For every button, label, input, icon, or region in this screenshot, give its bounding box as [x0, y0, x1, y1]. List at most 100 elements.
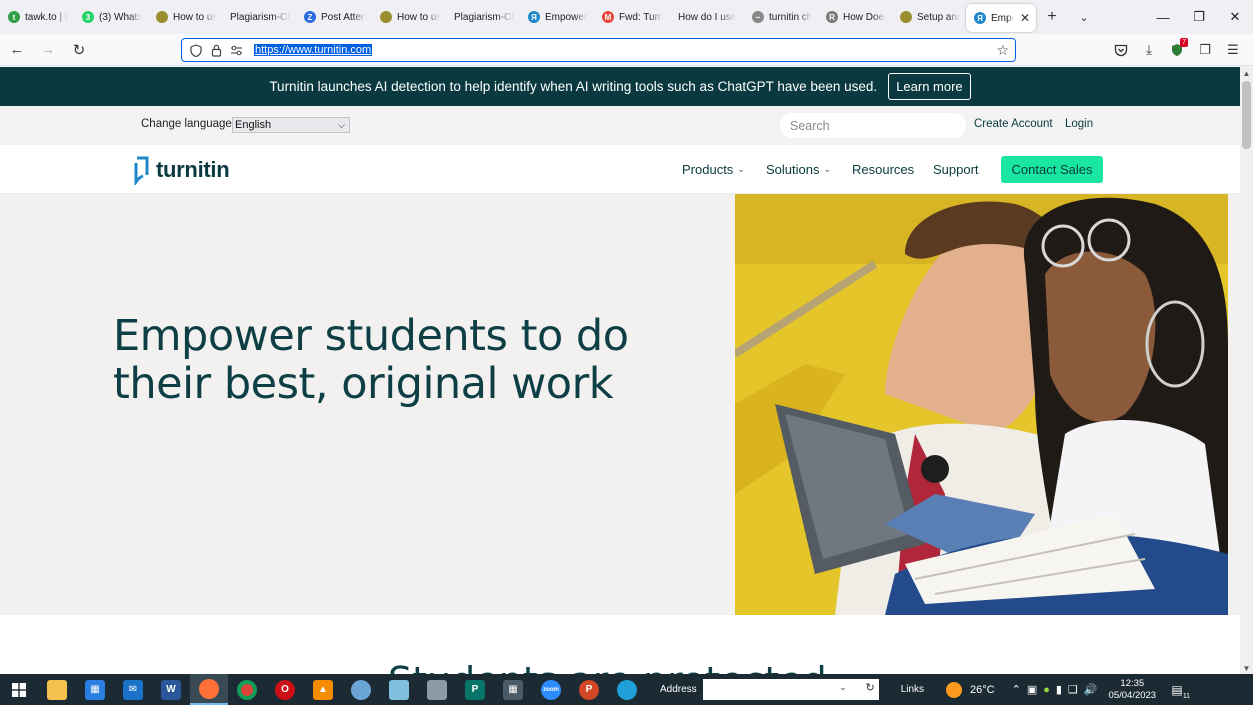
security-icon[interactable]: ●: [1043, 684, 1050, 696]
restore-button[interactable]: ❐: [1181, 0, 1217, 34]
taskbar-chrome[interactable]: [228, 674, 266, 705]
nav-support[interactable]: Support: [933, 162, 979, 177]
search-placeholder: Search: [790, 118, 830, 133]
forward-button[interactable]: →: [34, 36, 62, 64]
notification-center-button[interactable]: ▤ 11: [1166, 680, 1190, 700]
tab-title: Post Atten: [321, 11, 366, 23]
scroll-down-icon[interactable]: ▼: [1240, 662, 1253, 674]
close-tab-icon[interactable]: ✕: [1020, 11, 1030, 25]
close-icon: ✕: [1229, 9, 1241, 24]
browser-tab[interactable]: Я Empower: [520, 0, 594, 34]
volume-icon[interactable]: 🔊: [1084, 683, 1098, 696]
taskbar-powerpoint[interactable]: P: [570, 674, 608, 705]
tab-title: (3) WhatsA: [99, 11, 142, 23]
browser-tab[interactable]: R How Does: [818, 0, 892, 34]
browser-tab[interactable]: How to us: [372, 0, 446, 34]
browser-tab[interactable]: How do I use: [670, 0, 744, 34]
taskbar-store[interactable]: ▦: [76, 674, 114, 705]
menu-icon[interactable]: ☰: [1219, 38, 1247, 62]
minimize-button[interactable]: —: [1145, 0, 1181, 34]
tab-title: Empower: [545, 11, 588, 23]
reload-button[interactable]: ↻: [65, 36, 93, 64]
start-button[interactable]: [0, 674, 38, 705]
pocket-icon[interactable]: [1107, 38, 1135, 62]
wifi-icon[interactable]: ❑: [1068, 683, 1078, 696]
search-input[interactable]: Search: [780, 113, 966, 138]
taskbar-calculator[interactable]: ▦: [494, 674, 532, 705]
browser-tab[interactable]: 3 (3) WhatsA: [74, 0, 148, 34]
hero-title: Empower students to do their best, origi…: [113, 312, 673, 408]
chevron-up-icon[interactable]: ⌃: [1012, 683, 1021, 696]
address-toolbar-label: Address: [660, 684, 697, 695]
bookmark-star-icon[interactable]: ☆: [996, 42, 1009, 59]
turnitin-logo[interactable]: turnitin: [133, 155, 230, 185]
taskbar-word[interactable]: W: [152, 674, 190, 705]
taskbar-firefox[interactable]: [190, 674, 228, 705]
downloads-icon[interactable]: ⤓: [1135, 38, 1163, 62]
taskbar-printer[interactable]: [418, 674, 456, 705]
address-toolbar-input[interactable]: ⌄ ↻: [702, 679, 879, 700]
new-tab-button[interactable]: +: [1036, 0, 1068, 34]
learn-more-button[interactable]: Learn more: [888, 73, 971, 100]
taskbar-file-explorer[interactable]: [38, 674, 76, 705]
create-account-link[interactable]: Create Account: [974, 118, 1053, 130]
nav-support-label: Support: [933, 162, 979, 177]
taskbar-mail[interactable]: ✉: [114, 674, 152, 705]
language-select[interactable]: English ⌵: [232, 117, 350, 133]
list-all-tabs-button[interactable]: ⌄: [1068, 0, 1100, 34]
shield-icon[interactable]: [188, 42, 204, 58]
taskbar-zoom[interactable]: zoom: [532, 674, 570, 705]
login-link[interactable]: Login: [1065, 118, 1093, 130]
browser-tab[interactable]: Setup and: [892, 0, 966, 34]
extension-badge-icon[interactable]: [1163, 38, 1191, 62]
taskbar-opera[interactable]: O: [266, 674, 304, 705]
browser-tab[interactable]: ~ turnitin ch: [744, 0, 818, 34]
windows-logo-icon: [12, 682, 26, 697]
url-bar[interactable]: https://www.turnitin.com ☆: [181, 38, 1016, 62]
battery-icon[interactable]: ▮: [1056, 683, 1062, 696]
browser-tab[interactable]: M Fwd: Turn: [594, 0, 670, 34]
next-section: Students are protected: [0, 615, 1240, 674]
nav-solutions-label: Solutions: [766, 162, 820, 177]
browser-tab[interactable]: Plagiarism-Ch: [446, 0, 520, 34]
favicon-icon: Я: [974, 12, 986, 24]
chevron-down-icon[interactable]: ⌄: [839, 682, 847, 693]
taskbar-edge[interactable]: [608, 674, 646, 705]
page-scrollbar[interactable]: ▲ ▼: [1240, 67, 1253, 674]
browser-tab[interactable]: t tawk.to | C: [0, 0, 74, 34]
scroll-up-icon[interactable]: ▲: [1240, 67, 1253, 79]
windows-taskbar: ▦ ✉ W O ▲ P ▦ zoom P Address ⌄ ↻ Links 2…: [0, 674, 1253, 705]
lock-icon[interactable]: [208, 42, 224, 58]
taskbar-paint[interactable]: [342, 674, 380, 705]
links-toolbar-label[interactable]: Links: [901, 684, 924, 695]
contact-sales-button[interactable]: Contact Sales: [1001, 156, 1103, 183]
back-button[interactable]: ←: [3, 36, 31, 64]
nav-products[interactable]: Products ⌄: [682, 162, 745, 177]
nav-solutions[interactable]: Solutions ⌄: [766, 162, 831, 177]
meet-now-icon[interactable]: ▣: [1027, 683, 1037, 696]
paint-icon: [351, 679, 371, 700]
taskbar-vlc[interactable]: ▲: [304, 674, 342, 705]
weather-widget[interactable]: 26°C: [946, 681, 995, 698]
clock[interactable]: 12:35 05/04/2023: [1109, 678, 1157, 702]
browser-tab[interactable]: How to us: [148, 0, 222, 34]
nav-resources[interactable]: Resources: [852, 162, 914, 177]
chrome-icon: [237, 679, 257, 700]
arrow-left-icon: ←: [9, 41, 25, 58]
tab-active[interactable]: Я Empov ✕: [966, 4, 1036, 32]
browser-tab[interactable]: Z Post Atten: [296, 0, 372, 34]
scroll-thumb[interactable]: [1242, 81, 1251, 149]
taskbar-notes[interactable]: [380, 674, 418, 705]
url-text[interactable]: https://www.turnitin.com: [254, 44, 373, 56]
opera-icon: O: [275, 679, 295, 700]
powerpoint-icon: P: [579, 679, 599, 700]
taskbar-publisher[interactable]: P: [456, 674, 494, 705]
chevron-down-icon: ⌄: [823, 164, 832, 174]
favicon-icon: t: [8, 11, 20, 23]
refresh-icon[interactable]: ↻: [865, 681, 874, 694]
permissions-icon[interactable]: [228, 42, 244, 58]
system-tray: ⌃ ▣ ● ▮ ❑ 🔊: [1009, 683, 1101, 697]
window-close-button[interactable]: ✕: [1217, 0, 1253, 34]
browser-tab[interactable]: Plagiarism-Ch: [222, 0, 296, 34]
extensions-icon[interactable]: ❐: [1191, 38, 1219, 62]
